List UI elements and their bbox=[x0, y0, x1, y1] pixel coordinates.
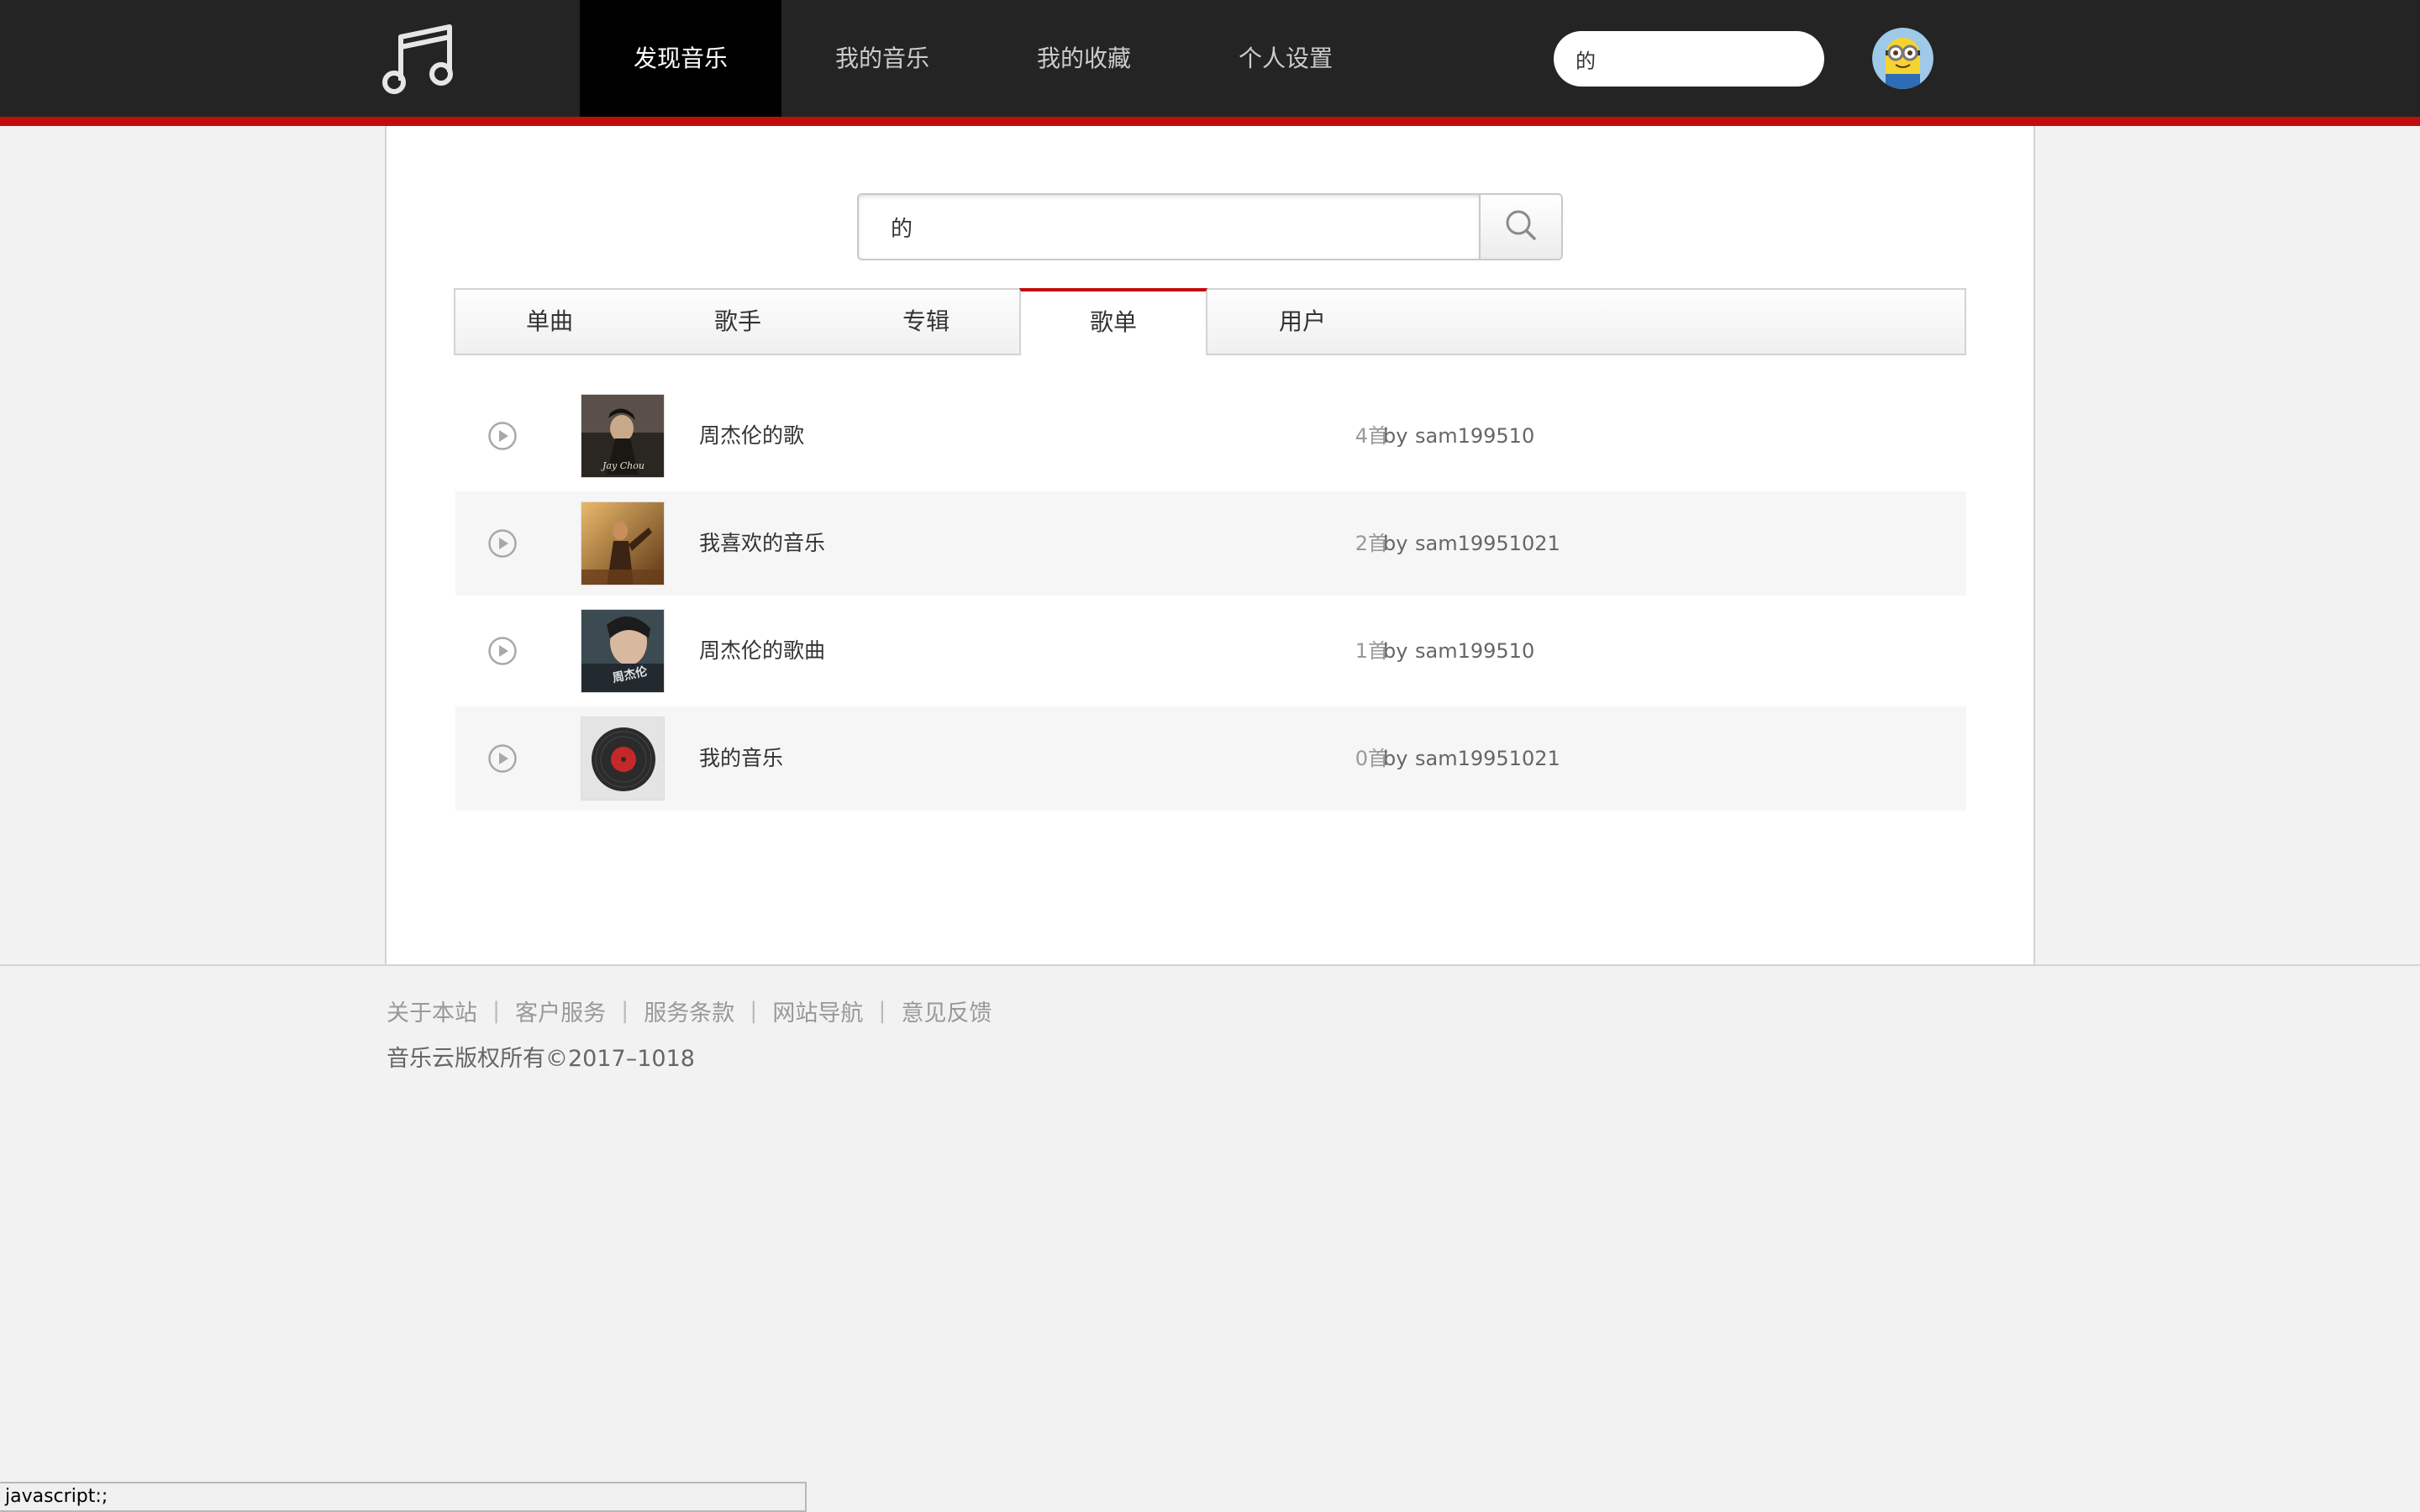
playlist-song-count: 0首 bbox=[1355, 747, 1388, 770]
nav-discover-music[interactable]: 发现音乐 bbox=[580, 0, 781, 117]
play-circle-icon[interactable] bbox=[487, 743, 518, 774]
tab-artists[interactable]: 歌手 bbox=[644, 290, 832, 354]
playlist-creator[interactable]: sam199510 bbox=[1415, 384, 1534, 488]
playlist-creator[interactable]: sam19951021 bbox=[1415, 491, 1560, 596]
nav-my-favorites[interactable]: 我的收藏 bbox=[983, 0, 1185, 117]
playlist-cover-image[interactable]: Jay Chou bbox=[581, 394, 665, 478]
user-avatar[interactable] bbox=[1872, 28, 1933, 89]
footer-separator: | bbox=[750, 997, 758, 1024]
playlist-song-count: 2首 bbox=[1355, 532, 1388, 555]
main-search-button[interactable] bbox=[1479, 193, 1563, 260]
nav-my-music[interactable]: 我的音乐 bbox=[781, 0, 983, 117]
header-search-input[interactable] bbox=[1554, 31, 1824, 87]
playlist-row: 周杰伦 周杰伦的歌曲 1首 by sam199510 bbox=[455, 599, 1966, 703]
playlist-creator[interactable]: sam19951021 bbox=[1415, 706, 1560, 811]
footer-link-site-nav[interactable]: 网站导航 bbox=[772, 995, 863, 1027]
header-accent-line bbox=[0, 117, 2420, 126]
tab-songs[interactable]: 单曲 bbox=[455, 290, 644, 354]
music-note-logo-icon[interactable] bbox=[382, 22, 458, 96]
footer-divider bbox=[0, 964, 2420, 966]
playlist-name[interactable]: 我喜欢的音乐 bbox=[699, 491, 825, 596]
playlist-name[interactable]: 周杰伦的歌曲 bbox=[699, 599, 825, 703]
playlist-name[interactable]: 周杰伦的歌 bbox=[699, 384, 804, 488]
browser-status-bar: javascript:; bbox=[0, 1482, 807, 1512]
footer-links: 关于本站 | 客户服务 | 服务条款 | 网站导航 | 意见反馈 bbox=[387, 994, 992, 1027]
play-circle-icon[interactable] bbox=[487, 421, 518, 451]
by-label: by bbox=[1383, 747, 1408, 770]
playlist-creator[interactable]: sam199510 bbox=[1415, 599, 1534, 703]
footer-link-terms[interactable]: 服务条款 bbox=[644, 995, 734, 1027]
play-circle-icon[interactable] bbox=[487, 528, 518, 559]
top-navigation-bar: 发现音乐 我的音乐 我的收藏 个人设置 bbox=[0, 0, 2420, 117]
playlist-song-count: 1首 bbox=[1355, 639, 1388, 663]
tab-users[interactable]: 用户 bbox=[1208, 290, 1397, 354]
footer-link-about[interactable]: 关于本站 bbox=[387, 995, 477, 1027]
playlist-row: 我的音乐 0首 by sam19951021 bbox=[455, 706, 1966, 811]
svg-text:Jay Chou: Jay Chou bbox=[601, 460, 644, 471]
playlist-row: 我喜欢的音乐 2首 by sam19951021 bbox=[455, 491, 1966, 596]
playlist-song-count: 4首 bbox=[1355, 424, 1388, 448]
search-icon bbox=[1504, 208, 1538, 245]
main-search-input[interactable] bbox=[857, 193, 1480, 260]
playlist-cover-image[interactable] bbox=[581, 717, 665, 801]
tab-albums[interactable]: 专辑 bbox=[832, 290, 1020, 354]
playlist-row: Jay Chou 周杰伦的歌 4首 by sam199510 bbox=[455, 384, 1966, 488]
play-circle-icon[interactable] bbox=[487, 636, 518, 666]
tab-playlists[interactable]: 歌单 bbox=[1019, 288, 1207, 355]
by-label: by bbox=[1383, 532, 1408, 555]
by-label: by bbox=[1383, 424, 1408, 448]
footer-separator: | bbox=[878, 997, 886, 1024]
footer-link-feedback[interactable]: 意见反馈 bbox=[901, 995, 992, 1027]
copyright-text: 音乐云版权所有©2017–1018 bbox=[387, 1046, 695, 1072]
playlist-cover-image[interactable] bbox=[581, 501, 665, 585]
footer-separator: | bbox=[492, 997, 501, 1024]
by-label: by bbox=[1383, 639, 1408, 663]
search-type-tabs: 单曲 歌手 专辑 歌单 用户 bbox=[454, 288, 1966, 355]
footer-link-customer-service[interactable]: 客户服务 bbox=[515, 995, 606, 1027]
nav-personal-settings[interactable]: 个人设置 bbox=[1185, 0, 1386, 117]
playlist-name[interactable]: 我的音乐 bbox=[699, 706, 783, 811]
playlist-cover-image[interactable]: 周杰伦 bbox=[581, 609, 665, 693]
footer-separator: | bbox=[621, 997, 629, 1024]
